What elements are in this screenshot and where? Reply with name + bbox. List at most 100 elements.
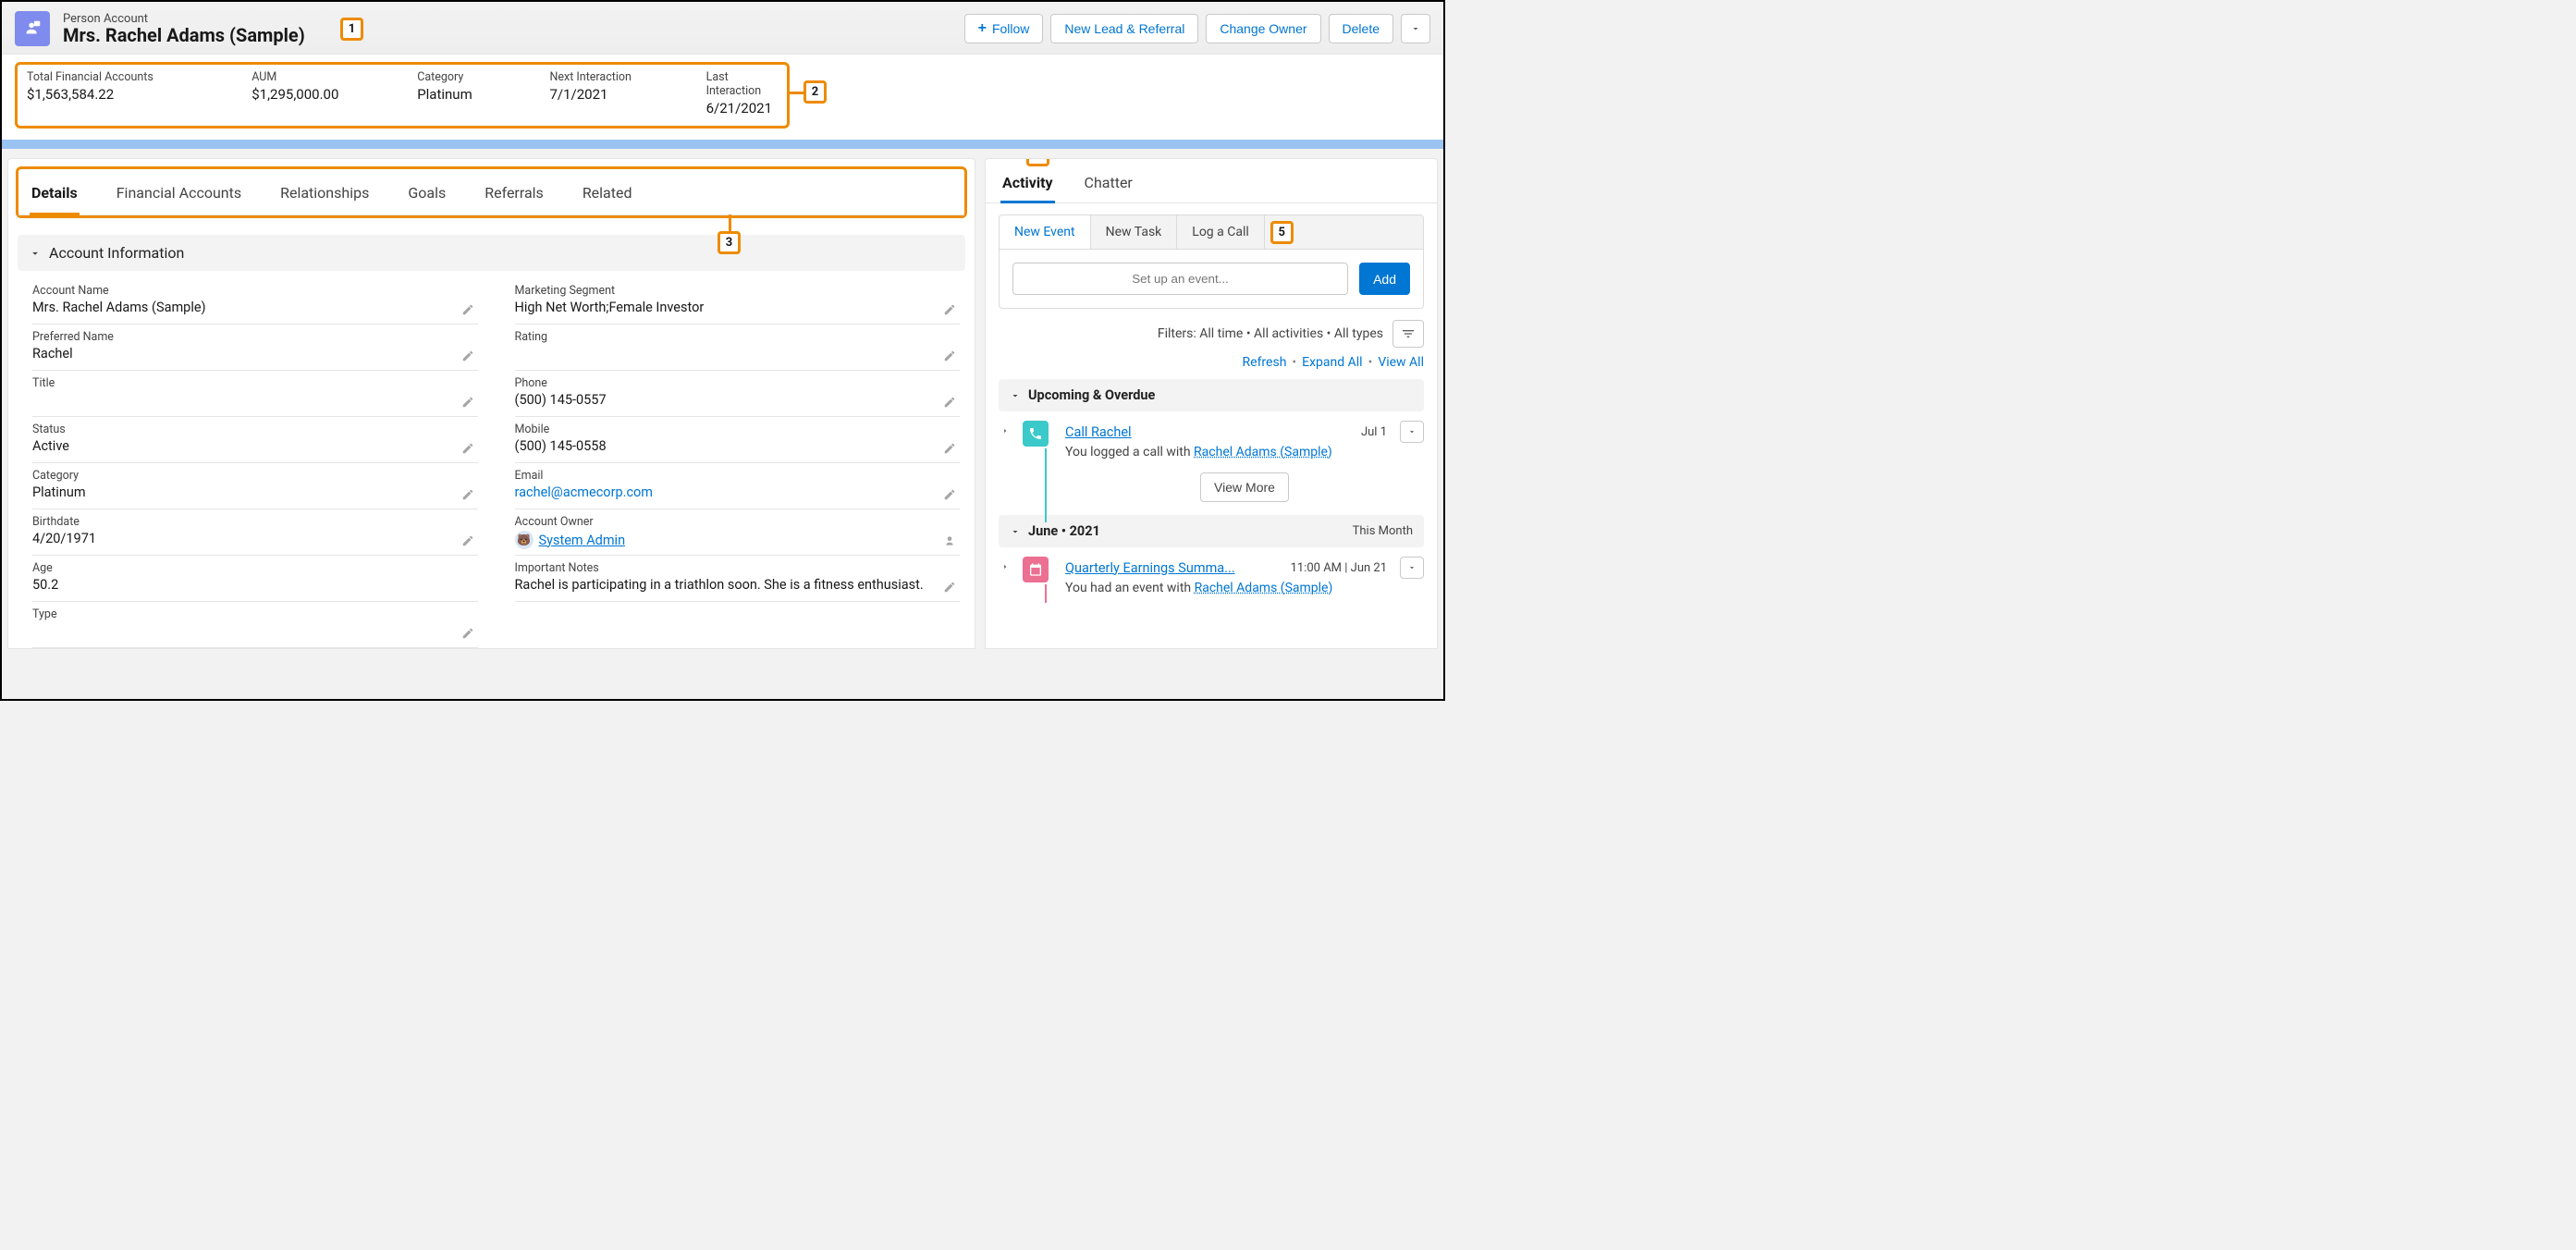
field-value: 4/20/1971 [32, 531, 478, 549]
caret-down-icon [1410, 23, 1421, 34]
add-button[interactable]: Add [1359, 263, 1410, 295]
change-owner-icon[interactable] [943, 534, 958, 549]
edit-icon[interactable] [943, 581, 958, 595]
field-label: Birthdate [32, 515, 478, 529]
view-more-button[interactable]: View More [1200, 472, 1289, 502]
callout-4: 4 [1026, 158, 1049, 166]
field-value: High Net Worth;Female Investor [515, 300, 961, 318]
field-account-owner: Account Owner 🐻 System Admin [515, 509, 961, 556]
detail-grid: Account Name Mrs. Rachel Adams (Sample) … [8, 271, 975, 648]
edit-icon[interactable] [943, 396, 958, 411]
tab-relationships[interactable]: Relationships [278, 178, 371, 214]
tab-related[interactable]: Related [581, 178, 634, 214]
edit-icon[interactable] [943, 349, 958, 364]
refresh-link[interactable]: Refresh [1243, 355, 1287, 370]
event-icon [1023, 557, 1049, 582]
tab-details[interactable]: Details [30, 178, 80, 215]
callout-5: 5 [1270, 221, 1294, 244]
follow-button[interactable]: + Follow [964, 14, 1044, 43]
expand-toggle[interactable] [1000, 560, 1013, 575]
event-subject-input[interactable] [1012, 263, 1348, 295]
tab-referrals[interactable]: Referrals [483, 178, 546, 214]
qtab-new-task[interactable]: New Task [1091, 215, 1178, 249]
expand-all-link[interactable]: Expand All [1302, 355, 1362, 370]
expand-toggle[interactable] [1000, 424, 1013, 439]
edit-icon[interactable] [461, 488, 476, 503]
delete-button[interactable]: Delete [1329, 14, 1393, 43]
side-column: Activity Chatter 4 New Event New Task Lo… [985, 158, 1438, 649]
tab-chatter[interactable]: Chatter [1083, 170, 1135, 202]
field-age: Age 50.2 [32, 556, 478, 602]
edit-icon[interactable] [461, 442, 476, 457]
hl-total-financial-accounts: Total Financial Accounts $1,563,584.22 [27, 70, 216, 116]
edit-icon[interactable] [461, 627, 476, 642]
layout-gap [2, 140, 1443, 149]
hl-label: Last Interaction [706, 70, 778, 98]
filters-text: Filters: All time • All activities • All… [1158, 326, 1383, 341]
new-lead-referral-button[interactable]: New Lead & Referral [1050, 14, 1198, 43]
section-title: Account Information [49, 244, 184, 262]
main-tabs: Details Financial Accounts Relationships… [18, 169, 964, 215]
hl-next-interaction: Next Interaction 7/1/2021 [549, 70, 670, 116]
person-account-icon [15, 11, 50, 46]
header-actions: + Follow New Lead & Referral Change Owner… [964, 14, 1430, 43]
related-record-link[interactable]: Rachel Adams (Sample) [1195, 581, 1333, 595]
edit-icon[interactable] [943, 488, 958, 503]
record-header: Person Account Mrs. Rachel Adams (Sample… [2, 2, 1443, 55]
view-all-link[interactable]: View All [1378, 355, 1424, 370]
field-label: Email [515, 469, 961, 483]
callout-1: 1 [340, 18, 363, 41]
qtab-log-a-call[interactable]: Log a Call [1177, 215, 1264, 249]
hl-value: $1,563,584.22 [27, 86, 216, 103]
edit-icon[interactable] [461, 349, 476, 364]
email-link[interactable]: rachel@acmecorp.com [515, 484, 654, 500]
tab-goals[interactable]: Goals [406, 178, 448, 214]
change-owner-button[interactable]: Change Owner [1206, 14, 1320, 43]
hl-value: $1,295,000.00 [251, 86, 382, 103]
field-label: Preferred Name [32, 330, 478, 344]
caret-down-icon [1407, 427, 1417, 436]
field-birthdate: Birthdate 4/20/1971 [32, 509, 478, 556]
section-right-label: This Month [1353, 524, 1413, 538]
activity-filters-row: Filters: All time • All activities • All… [999, 309, 1424, 351]
section-account-information[interactable]: Account Information [18, 235, 965, 271]
quick-action-body: Add [999, 250, 1424, 309]
field-account-name: Account Name Mrs. Rachel Adams (Sample) [32, 278, 478, 325]
upcoming-overdue-header[interactable]: Upcoming & Overdue [999, 379, 1424, 411]
activity-date: Jul 1 [1361, 425, 1387, 439]
related-record-link[interactable]: Rachel Adams (Sample) [1194, 445, 1332, 460]
month-header[interactable]: June • 2021 This Month [999, 515, 1424, 547]
field-phone: Phone (500) 145-0557 [515, 371, 961, 417]
field-rating: Rating [515, 325, 961, 371]
qtab-new-event[interactable]: New Event [1000, 215, 1091, 249]
field-value [32, 623, 478, 642]
body: Details Financial Accounts Relationships… [2, 149, 1443, 649]
edit-icon[interactable] [461, 534, 476, 549]
plus-icon: + [978, 22, 987, 35]
edit-icon[interactable] [461, 396, 476, 411]
detail-col-left: Account Name Mrs. Rachel Adams (Sample) … [32, 278, 478, 648]
edit-icon[interactable] [461, 303, 476, 318]
tab-financial-accounts[interactable]: Financial Accounts [115, 178, 243, 214]
field-label: Account Name [32, 284, 478, 298]
timeline-item-event: Quarterly Earnings Summa... 11:00 AM | J… [999, 547, 1424, 595]
field-label: Category [32, 469, 478, 483]
activity-title-link[interactable]: Call Rachel [1065, 424, 1352, 440]
field-label: Age [32, 561, 478, 575]
field-value: Rachel is participating in a triathlon s… [515, 577, 961, 595]
activity-title-link[interactable]: Quarterly Earnings Summa... [1065, 560, 1282, 576]
timeline-line [1045, 448, 1047, 522]
tab-activity[interactable]: Activity [1000, 170, 1055, 203]
filter-button[interactable] [1392, 320, 1424, 348]
more-actions-button[interactable] [1401, 14, 1430, 43]
owner-link[interactable]: System Admin [539, 533, 626, 548]
detail-col-right: Marketing Segment High Net Worth;Female … [515, 278, 961, 648]
hl-value: Platinum [417, 86, 514, 103]
follow-label: Follow [992, 21, 1029, 36]
field-value: Active [32, 438, 478, 457]
edit-icon[interactable] [943, 303, 958, 318]
edit-icon[interactable] [943, 442, 958, 457]
field-important-notes: Important Notes Rachel is participating … [515, 556, 961, 602]
activity-menu-button[interactable] [1400, 421, 1424, 443]
activity-menu-button[interactable] [1400, 557, 1424, 579]
